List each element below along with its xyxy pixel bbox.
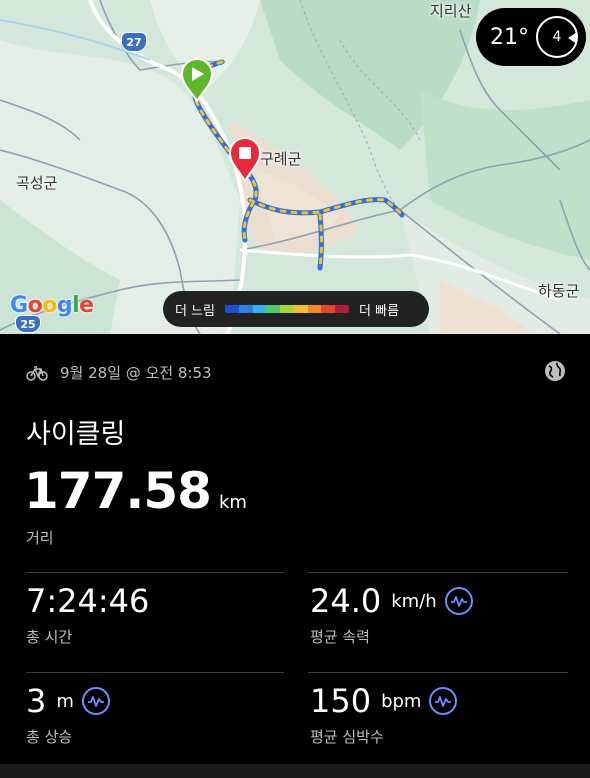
map-label-jirisan: 지리산 xyxy=(430,2,472,20)
stop-flag-icon[interactable] xyxy=(228,136,262,182)
activity-date-row: 9월 28일 @ 오전 8:53 xyxy=(26,362,212,383)
stat-ascent[interactable]: 3 m 총 상승 xyxy=(26,682,110,747)
avg-hr-label: 평균 심박수 xyxy=(310,728,384,746)
speed-legend-fast: 더 빠름 xyxy=(359,303,400,319)
ascent-unit: m xyxy=(56,690,74,712)
route-map[interactable]: 지리산 구례군 곡성군 하동군 27 25 Google 21° 4 더 느림 … xyxy=(0,0,590,334)
map-label-gurye: 구례군 xyxy=(260,150,302,168)
stat-avg-speed[interactable]: 24.0 km/h 평균 속력 xyxy=(310,582,473,647)
play-flag-icon[interactable] xyxy=(180,58,214,102)
map-label-gokseong: 곡성군 xyxy=(16,174,58,192)
divider-left-2 xyxy=(26,672,284,673)
bicycle-icon xyxy=(26,365,48,381)
distance-value: 177.58 km xyxy=(24,462,247,520)
distance-label: 거리 xyxy=(26,529,54,547)
ascent-value: 3 xyxy=(26,682,47,720)
avg-speed-unit: km/h xyxy=(391,590,437,612)
divider-right-2 xyxy=(308,672,568,673)
google-logo-letter: o xyxy=(42,293,57,318)
total-time-label: 총 시간 xyxy=(26,628,73,646)
compass-icon[interactable]: 4 xyxy=(536,16,578,58)
avg-hr-unit: bpm xyxy=(381,690,422,712)
speed-legend-slow: 더 느림 xyxy=(175,303,216,319)
google-logo-letter: o xyxy=(27,293,43,318)
avg-speed-label: 평균 속력 xyxy=(310,628,370,646)
avg-speed-value: 24.0 xyxy=(310,582,382,620)
distance-number: 177.58 xyxy=(24,462,212,520)
google-logo: Google xyxy=(10,293,94,318)
stat-avg-heart-rate[interactable]: 150 bpm 평균 심박수 xyxy=(310,682,458,747)
wave-chart-icon[interactable] xyxy=(444,587,473,615)
speed-gradient-bar xyxy=(225,305,350,313)
temperature: 21° xyxy=(490,24,529,50)
stat-total-time: 7:24:46 총 시간 xyxy=(26,582,149,647)
avg-hr-value: 150 xyxy=(310,682,372,720)
compass-value: 4 xyxy=(552,29,562,45)
speed-legend: 더 느림 더 빠름 xyxy=(163,291,429,327)
globe-icon[interactable] xyxy=(544,360,566,382)
bottom-bar xyxy=(0,764,590,778)
activity-details: 9월 28일 @ 오전 8:53 사이클링 177.58 km 거리 7:24:… xyxy=(0,334,590,778)
google-logo-letter: g xyxy=(56,293,73,318)
distance-unit: km xyxy=(218,492,247,513)
map-label-hadong: 하동군 xyxy=(538,282,580,300)
ascent-label: 총 상승 xyxy=(26,728,73,746)
route-27-shield: 27 xyxy=(121,32,147,52)
wave-chart-icon[interactable] xyxy=(81,687,110,715)
wave-chart-icon[interactable] xyxy=(429,687,458,715)
activity-title: 사이클링 xyxy=(26,419,126,450)
google-logo-letter: e xyxy=(79,293,94,318)
divider-left xyxy=(26,572,284,573)
compass-pointer-icon xyxy=(568,32,577,44)
divider-right xyxy=(308,572,568,573)
weather-widget[interactable]: 21° 4 xyxy=(476,8,586,66)
activity-date: 9월 28일 @ 오전 8:53 xyxy=(60,364,212,382)
total-time-value: 7:24:46 xyxy=(26,582,150,620)
google-logo-letter: G xyxy=(10,293,28,318)
